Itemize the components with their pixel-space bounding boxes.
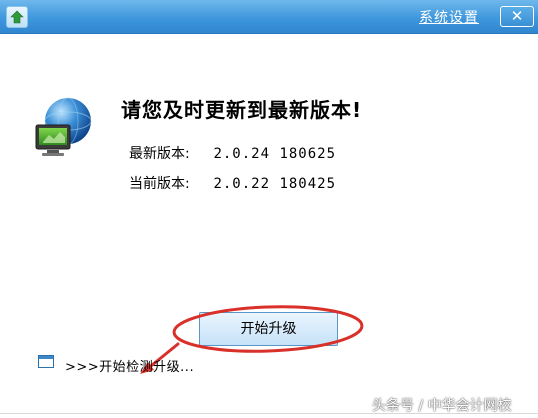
update-heading: 请您及时更新到最新版本!: [121, 98, 363, 122]
status-text: >>>开始检测升级...: [65, 360, 195, 375]
system-settings-link[interactable]: 系统设置: [419, 7, 479, 27]
start-upgrade-button[interactable]: 开始升级: [199, 312, 338, 346]
app-logo-icon: [6, 6, 28, 28]
latest-version-label: 最新版本:: [129, 146, 190, 162]
latest-version-row: 最新版本: 2.0.24 180625: [129, 143, 336, 163]
current-version-row: 当前版本: 2.0.22 180425: [129, 173, 336, 193]
watermark: 头条号 / 中华会计网校: [372, 398, 512, 414]
globe-monitor-icon: [35, 97, 92, 156]
close-icon[interactable]: ✕: [501, 7, 533, 26]
title-bar: 系统设置 ✕: [0, 0, 538, 34]
window-icon: [38, 355, 54, 368]
latest-version-value: 2.0.24 180625: [213, 146, 337, 162]
current-version-value: 2.0.22 180425: [213, 176, 337, 192]
close-button[interactable]: ✕: [500, 6, 534, 27]
current-version-label: 当前版本:: [129, 176, 190, 192]
